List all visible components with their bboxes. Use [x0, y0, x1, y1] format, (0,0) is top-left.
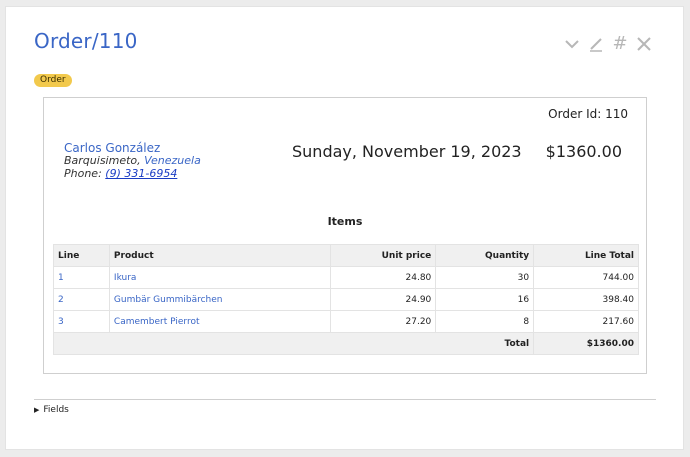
table-row: 3 Camembert Pierrot 27.20 8 217.60 — [53, 310, 639, 333]
product-link[interactable]: Camembert Pierrot — [108, 310, 332, 333]
quantity-cell: 8 — [435, 310, 535, 333]
phone-label: Phone: — [64, 167, 102, 180]
order-total: $1360.00 — [545, 142, 622, 161]
hash-icon[interactable]: # — [611, 35, 629, 53]
col-header-line-total: Line Total — [533, 244, 639, 267]
items-table: Line Product Unit price Quantity Line To… — [52, 244, 639, 355]
line-link[interactable]: 3 — [53, 310, 110, 333]
triangle-right-icon: ▶ — [34, 406, 40, 414]
line-total-cell: 398.40 — [533, 288, 639, 311]
items-title: Items — [327, 215, 363, 228]
table-footer-row: Total $1360.00 — [52, 332, 639, 355]
product-link[interactable]: Gumbär Gummibärchen — [108, 288, 332, 311]
line-total-cell: 217.60 — [533, 310, 639, 333]
col-header-line: Line — [53, 244, 110, 267]
quantity-cell: 16 — [435, 288, 535, 311]
table-row: 1 Ikura 24.80 30 744.00 — [53, 266, 639, 289]
order-card: Order/110 # Order Order Id: 110 Carlos G… — [5, 6, 684, 450]
col-header-quantity: Quantity — [435, 244, 535, 267]
toolbar: # — [563, 35, 653, 53]
col-header-unit-price: Unit price — [330, 244, 437, 267]
fields-toggle[interactable]: ▶ Fields — [34, 405, 69, 415]
customer-location: Barquisimeto, Venezuela — [64, 154, 201, 167]
divider — [34, 399, 656, 400]
table-row: 2 Gumbär Gummibärchen 24.90 16 398.40 — [53, 288, 639, 311]
col-header-product: Product — [108, 244, 332, 267]
customer-phone: Phone: (9) 331-6954 — [64, 167, 177, 180]
line-link[interactable]: 1 — [53, 266, 110, 289]
table-header-row: Line Product Unit price Quantity Line To… — [53, 244, 639, 267]
type-badge: Order — [34, 74, 72, 87]
unit-price-cell: 27.20 — [330, 310, 437, 333]
footer-total-value: $1360.00 — [533, 332, 639, 355]
order-id: Order Id: 110 — [548, 107, 628, 121]
page-title: Order/110 — [34, 29, 138, 53]
line-link[interactable]: 2 — [53, 288, 110, 311]
customer-name[interactable]: Carlos González — [64, 141, 160, 155]
customer-city: Barquisimeto, — [64, 154, 141, 167]
order-date: Sunday, November 19, 2023 — [292, 142, 522, 161]
line-total-cell: 744.00 — [533, 266, 639, 289]
unit-price-cell: 24.80 — [330, 266, 437, 289]
chevron-down-icon[interactable] — [563, 35, 581, 53]
customer-country[interactable]: Venezuela — [144, 154, 201, 167]
fields-label: Fields — [43, 405, 69, 415]
phone-link[interactable]: (9) 331-6954 — [105, 167, 177, 180]
close-icon[interactable] — [635, 35, 653, 53]
order-panel: Order Id: 110 Carlos González Barquisime… — [43, 97, 647, 374]
quantity-cell: 30 — [435, 266, 535, 289]
footer-total-label: Total — [52, 332, 535, 355]
pencil-icon[interactable] — [587, 35, 605, 53]
product-link[interactable]: Ikura — [108, 266, 332, 289]
unit-price-cell: 24.90 — [330, 288, 437, 311]
